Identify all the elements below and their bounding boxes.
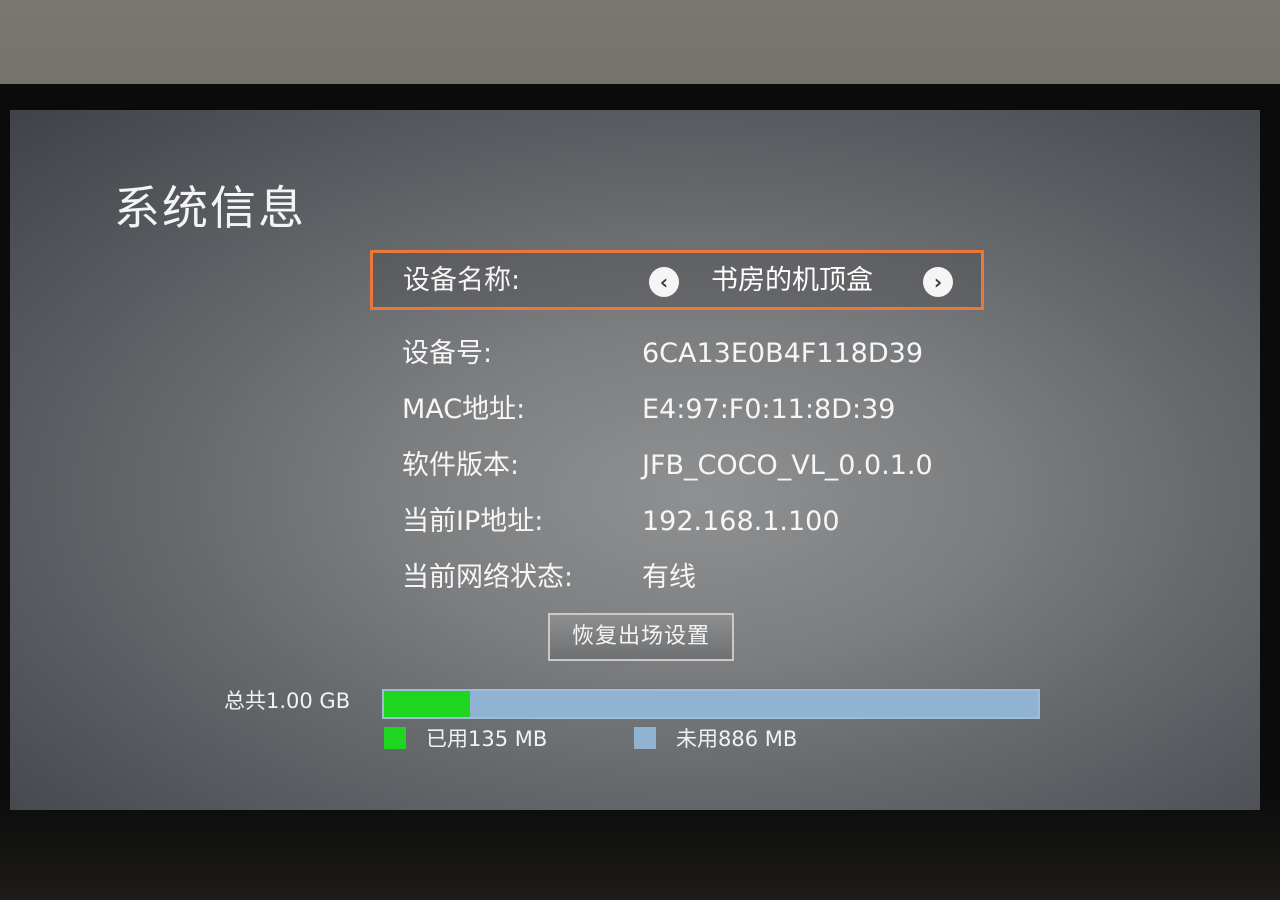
device-name-value: 书房的机顶盒 [711,265,873,296]
ip-label: 当前IP地址: [402,506,544,537]
device-name-label: 设备名称: [403,265,521,296]
software-version-label: 软件版本: [402,450,520,481]
legend-free-swatch [634,727,656,749]
device-name-selector[interactable]: 设备名称: ‹ 书房的机顶盒 › [370,250,984,310]
storage-used-fill [384,691,471,717]
page-title: 系统信息 [114,181,306,235]
mac-value: E4:97:F0:11:8D:39 [642,394,896,425]
device-id-value: 6CA13E0B4F118D39 [642,338,924,369]
network-status-value: 有线 [642,562,696,593]
legend-free-text: 未用886 MB [676,727,798,751]
arrow-right-icon[interactable]: › [923,267,953,297]
storage-usage-bar [382,689,1040,719]
tv-stand-area [0,800,1280,900]
factory-reset-button[interactable]: 恢复出场设置 [548,613,734,661]
legend-used-text: 已用135 MB [426,727,548,751]
storage-total-label: 总共1.00 GB [224,689,351,713]
ip-value: 192.168.1.100 [642,506,840,537]
device-id-label: 设备号: [402,338,493,369]
mac-label: MAC地址: [402,394,526,425]
software-version-value: JFB_COCO_VL_0.0.1.0 [642,450,933,481]
network-status-label: 当前网络状态: [402,562,574,593]
arrow-left-icon[interactable]: ‹ [649,267,679,297]
legend-used-swatch [384,727,406,749]
tv-screen: 系统信息 设备名称: ‹ 书房的机顶盒 › 设备号: 6CA13E0B4F118… [10,110,1260,810]
